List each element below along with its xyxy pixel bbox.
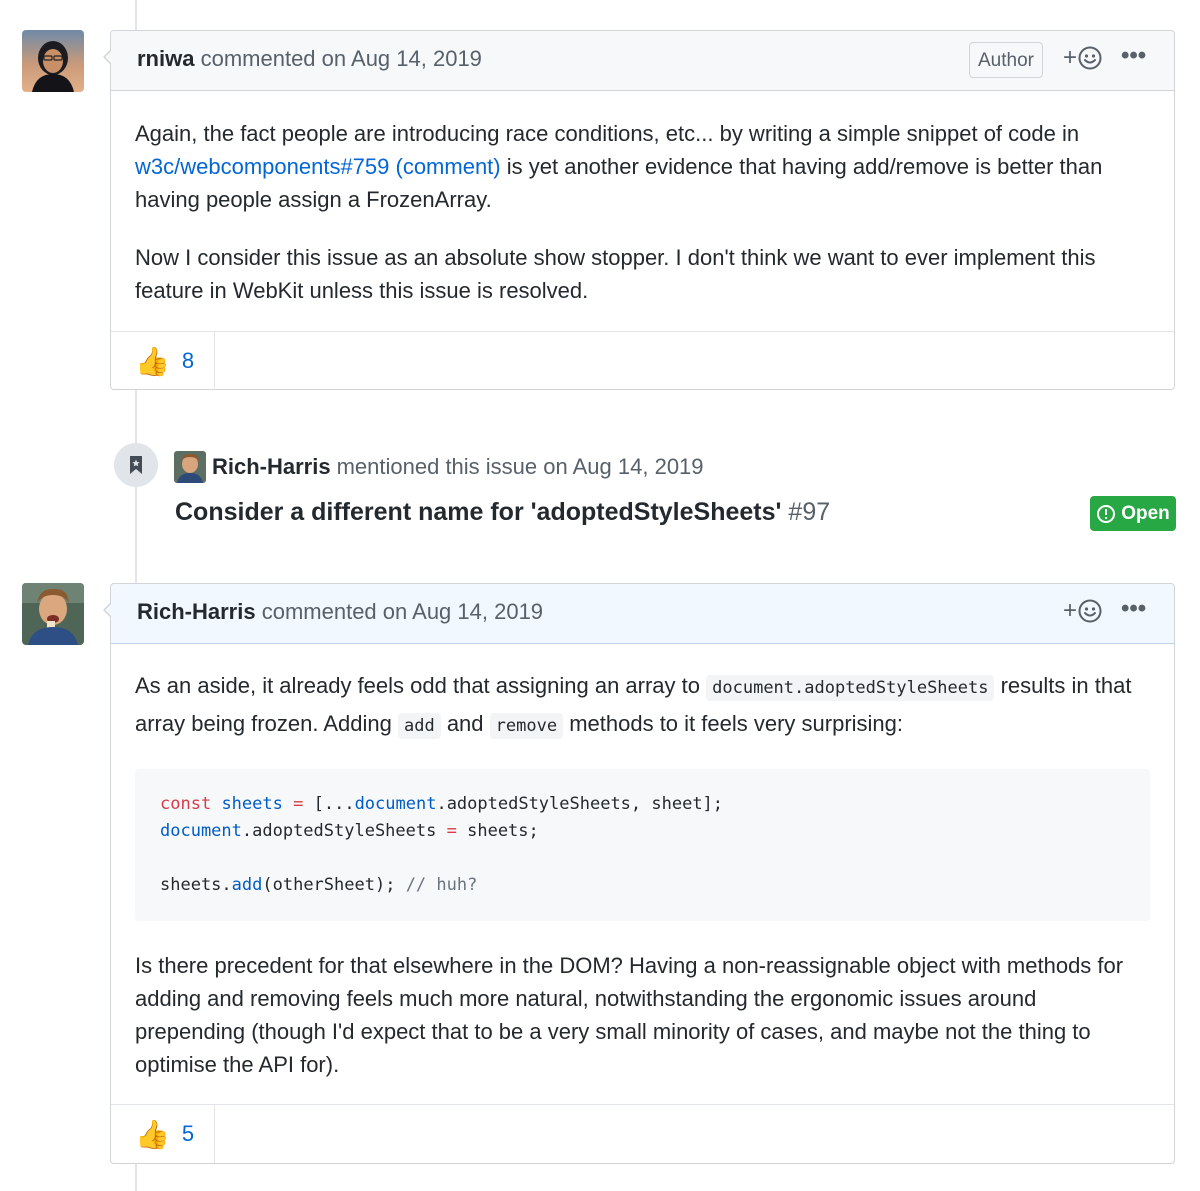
author-link[interactable]: Rich-Harris [137,599,256,624]
add-reaction-button[interactable]: + [1063,597,1102,625]
issue-open-icon [1097,504,1116,523]
author-link[interactable]: rniwa [137,46,194,71]
comment-header: rniwa commented on Aug 14, 2019 Author +… [111,31,1174,91]
comment-paragraph: As an aside, it already feels odd that a… [135,668,1150,744]
thumbs-up-icon: 👍 [135,345,170,377]
comment-paragraph: Again, the fact people are introducing r… [135,117,1150,216]
avatar[interactable] [22,583,84,645]
comment-timestamp[interactable]: commented on Aug 14, 2019 [201,46,482,71]
code-token: (otherSheet); [262,875,396,895]
bookmark-icon [130,456,142,474]
mention-event: Rich-Harris mentioned this issue on Aug … [174,451,704,483]
code-token: [... [313,794,355,814]
comment-paragraph: Now I consider this issue as an absolute… [135,245,1096,303]
reactions-bar: 👍 5 [111,1104,1174,1163]
avatar-rich-harris-image [22,583,84,645]
status-badge: Open [1090,496,1176,531]
inline-code: remove [489,713,564,739]
paragraph-text: and [446,711,484,736]
code-token: = [293,794,304,814]
comment-paragraph: Is there precedent for that elsewhere in… [135,953,1124,1077]
smiley-icon [1078,46,1102,70]
avatar[interactable] [22,30,84,92]
smiley-icon [1078,599,1102,623]
code-token: document [354,794,437,814]
thumbs-up-reaction[interactable]: 👍 5 [111,1105,215,1163]
inline-code: document.adoptedStyleSheets [706,675,995,701]
more-options-button[interactable]: ••• [1121,595,1146,623]
code-token: = [446,821,457,841]
code-token: .adoptedStyleSheets [241,821,437,841]
code-token: const [160,794,212,814]
reactions-bar: 👍 8 [111,331,1174,390]
issue-comment-link[interactable]: w3c/webcomponents#759 (comment) [135,154,501,179]
avatar-rniwa-image [22,30,84,92]
code-token: document [160,821,242,841]
more-options-button[interactable]: ••• [1121,42,1146,70]
code-token: sheets [221,794,283,814]
plus-icon: + [1063,597,1078,624]
author-badge: Author [969,42,1043,78]
comment-rniwa: rniwa commented on Aug 14, 2019 Author +… [103,30,1175,390]
thumbs-up-reaction[interactable]: 👍 8 [111,332,215,390]
comment-body: As an aside, it already feels odd that a… [111,644,1174,1081]
status-text: Open [1121,502,1170,524]
code-token: sheets; [467,821,539,841]
reaction-count: 5 [181,1121,195,1146]
code-token: .adoptedStyleSheets, sheet]; [436,794,724,814]
issue-number: #97 [788,498,831,526]
inline-code: add [397,713,441,739]
bookmark-event-icon [114,443,158,487]
issue-title: Consider a different name for 'adoptedSt… [175,498,782,526]
avatar[interactable] [174,451,206,483]
code-comment: // huh? [405,875,478,895]
code-token: sheets. [160,875,232,895]
code-token: add [231,875,263,895]
author-link[interactable]: Rich-Harris [212,454,331,480]
plus-icon: + [1063,44,1078,71]
paragraph-text: Again, the fact people are introducing r… [135,121,1080,146]
comment-meta: Rich-Harris commented on Aug 14, 2019 [137,599,543,625]
mention-text[interactable]: mentioned this issue on Aug 14, 2019 [337,454,704,480]
mentioned-issue-link[interactable]: Consider a different name for 'adoptedSt… [175,498,830,527]
comment-meta: rniwa commented on Aug 14, 2019 [137,46,482,72]
add-reaction-button[interactable]: + [1063,44,1102,72]
paragraph-text: methods to it feels very surprising: [569,711,904,736]
comment-rich-harris: Rich-Harris commented on Aug 14, 2019 + … [103,583,1175,1164]
code-block: const sheets = [...document.adoptedStyle… [135,769,1150,921]
thumbs-up-icon: 👍 [135,1118,170,1150]
paragraph-text: As an aside, it already feels odd that a… [135,673,701,698]
reaction-count: 8 [181,348,195,373]
comment-timestamp[interactable]: commented on Aug 14, 2019 [262,599,543,624]
avatar-rich-harris-small [174,451,206,483]
comment-header: Rich-Harris commented on Aug 14, 2019 + … [111,584,1174,644]
comment-body: Again, the fact people are introducing r… [111,91,1174,307]
